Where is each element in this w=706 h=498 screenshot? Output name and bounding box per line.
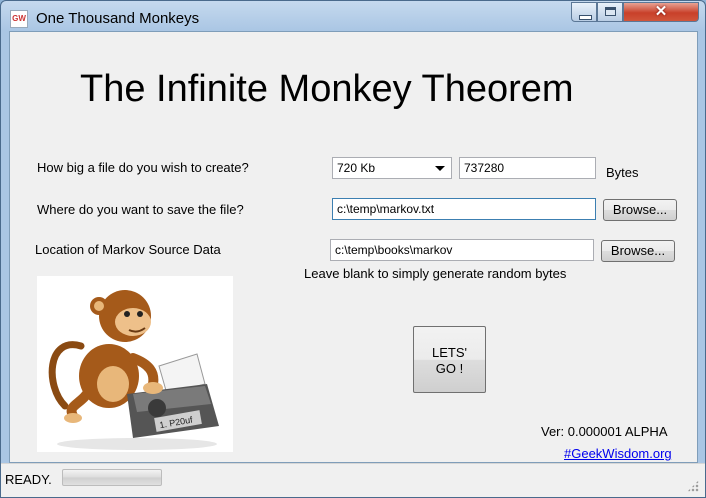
app-icon: GW [10,10,28,28]
source-label: Location of Markov Source Data [35,242,221,257]
close-button[interactable]: ✕ [623,2,699,22]
file-size-value: 720 Kb [337,161,376,175]
maximize-icon [605,7,616,16]
size-question-label: How big a file do you wish to create? [37,160,249,175]
lets-go-button[interactable]: LETS' GO ! [413,326,486,393]
client-area: The Infinite Monkey Theorem How big a fi… [9,31,698,463]
close-icon: ✕ [654,3,668,20]
chevron-down-icon [435,166,445,171]
browse-save-button[interactable]: Browse... [603,199,677,221]
save-question-label: Where do you want to save the file? [37,202,244,217]
lets-go-line2: GO ! [435,361,464,376]
monkey-typewriter-image: 1. P20uf [37,276,233,452]
bytes-field[interactable]: 737280 [459,157,596,179]
minimize-button[interactable] [571,2,597,22]
minimize-icon [579,15,592,20]
status-bar: READY. [1,463,705,497]
window-title: One Thousand Monkeys [36,10,200,27]
source-hint: Leave blank to simply generate random by… [304,266,567,281]
lets-go-line1: LETS' [432,345,467,360]
geekwisdom-link[interactable]: #GeekWisdom.org [564,446,672,461]
version-label: Ver: 0.000001 ALPHA [541,424,668,439]
browse-source-button[interactable]: Browse... [601,240,675,262]
bytes-label: Bytes [606,165,639,180]
resize-grip-icon[interactable] [687,480,699,492]
page-title: The Infinite Monkey Theorem [80,68,574,110]
status-text: READY. [5,472,52,487]
progress-bar [62,469,162,486]
save-path-field[interactable]: c:\temp\markov.txt [332,198,596,220]
file-size-dropdown[interactable]: 720 Kb [332,157,452,179]
source-path-field[interactable]: c:\temp\books\markov [330,239,594,261]
app-window: GW One Thousand Monkeys ✕ The Infinite M… [0,0,706,498]
maximize-button[interactable] [597,2,623,22]
